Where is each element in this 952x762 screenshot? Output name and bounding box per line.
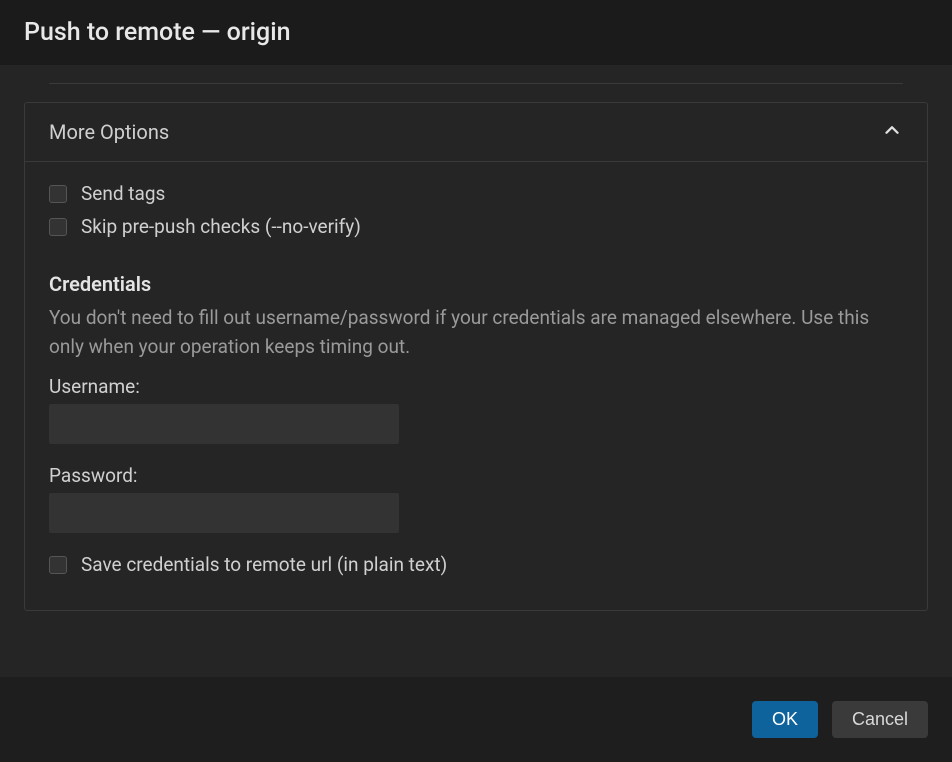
save-credentials-label: Save credentials to remote url (in plain…	[81, 553, 447, 576]
chevron-up-icon	[881, 119, 903, 145]
password-input[interactable]	[49, 493, 399, 533]
credentials-heading: Credentials	[49, 272, 903, 296]
password-label: Password:	[49, 464, 903, 487]
more-options-title: More Options	[49, 120, 169, 144]
cancel-button[interactable]: Cancel	[832, 701, 928, 738]
send-tags-label: Send tags	[81, 182, 165, 205]
save-credentials-checkbox[interactable]	[49, 556, 67, 574]
dialog-title: Push to remote — origin	[0, 0, 952, 65]
ok-button[interactable]: OK	[752, 701, 818, 738]
more-options-header[interactable]: More Options	[25, 103, 927, 162]
skip-hooks-label: Skip pre-push checks (--no-verify)	[81, 215, 361, 238]
dialog-content: More Options Send tags Skip pre-push che…	[0, 65, 952, 677]
more-options-panel: More Options Send tags Skip pre-push che…	[24, 102, 928, 611]
credentials-help: You don't need to fill out username/pass…	[49, 304, 903, 361]
divider	[49, 83, 903, 84]
send-tags-row: Send tags	[49, 182, 903, 205]
skip-hooks-row: Skip pre-push checks (--no-verify)	[49, 215, 903, 238]
send-tags-checkbox[interactable]	[49, 185, 67, 203]
username-label: Username:	[49, 375, 903, 398]
username-input[interactable]	[49, 404, 399, 444]
skip-hooks-checkbox[interactable]	[49, 218, 67, 236]
dialog-footer: OK Cancel	[0, 677, 952, 762]
more-options-body: Send tags Skip pre-push checks (--no-ver…	[25, 162, 927, 610]
save-credentials-row: Save credentials to remote url (in plain…	[49, 553, 903, 576]
